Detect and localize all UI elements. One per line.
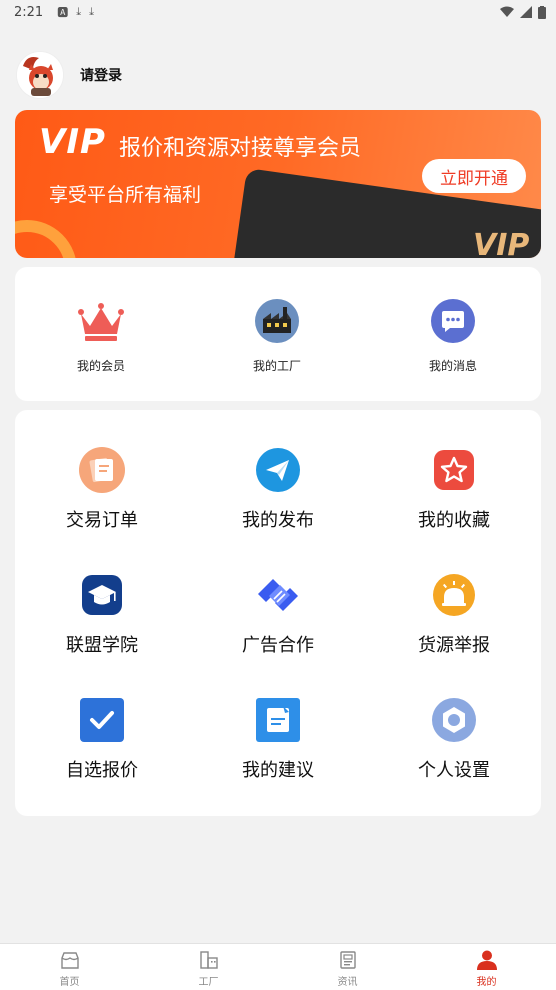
grid-item-academy[interactable]: 联盟学院 [27, 572, 177, 657]
grid-item-quotes[interactable]: 自选报价 [27, 697, 177, 782]
menu-item-messages[interactable]: 我的消息 [378, 297, 528, 374]
nav-label: 资讯 [337, 977, 358, 988]
settings-icon [431, 697, 477, 743]
grid-item-favorites[interactable]: 我的收藏 [379, 447, 529, 532]
bottom-nav: 首页 工厂 资讯 我的 [0, 943, 556, 990]
vip-subtitle: 享受平台所有福利 [49, 184, 202, 206]
grid-label: 我的建议 [242, 760, 314, 781]
signal-icon [520, 6, 532, 18]
menu-item-factory[interactable]: 我的工厂 [202, 297, 352, 374]
grid-item-ads[interactable]: 广告合作 [203, 572, 353, 657]
factory-icon [253, 297, 301, 345]
grid-item-settings[interactable]: 个人设置 [379, 697, 529, 782]
handshake-icon [255, 572, 301, 618]
checkbox-icon [79, 697, 125, 743]
grid-label: 货源举报 [418, 635, 490, 656]
grid-label: 广告合作 [242, 635, 314, 656]
vip-logo: VIP [39, 122, 106, 162]
notification-a-icon: 🅰 [57, 6, 69, 19]
note-edit-icon [255, 697, 301, 743]
nav-label: 我的 [476, 977, 497, 988]
order-icon [79, 447, 125, 493]
download-icon-2: ⤓ [89, 5, 94, 18]
menu-label: 我的消息 [428, 359, 477, 373]
nav-factory[interactable]: 工厂 [139, 944, 278, 990]
grid-label: 我的发布 [242, 510, 314, 531]
wifi-icon [500, 6, 514, 17]
function-grid-card: 交易订单 我的发布 我的收藏 联盟学院 广告合作 货源举报 自选报价 我的建议 … [15, 410, 541, 816]
grid-label: 个人设置 [418, 760, 490, 781]
menu-item-membership[interactable]: 我的会员 [26, 297, 176, 374]
profile-header[interactable]: 请登录 [16, 50, 122, 100]
grid-item-feedback[interactable]: 我的建议 [203, 697, 353, 782]
login-link[interactable]: 请登录 [80, 65, 122, 85]
grid-item-orders[interactable]: 交易订单 [27, 447, 177, 532]
vip-banner[interactable]: VIP 报价和资源对接尊享会员 享受平台所有福利 VIP 立即开通 [15, 110, 541, 258]
menu-label: 我的会员 [76, 359, 125, 373]
grid-item-publish[interactable]: 我的发布 [203, 447, 353, 532]
user-icon [476, 949, 498, 971]
vip-title: 报价和资源对接尊享会员 [119, 136, 362, 161]
nav-news[interactable]: 资讯 [278, 944, 417, 990]
message-icon [429, 297, 477, 345]
nav-home[interactable]: 首页 [0, 944, 139, 990]
grid-label: 我的收藏 [418, 510, 490, 531]
nav-label: 首页 [59, 977, 80, 988]
status-time: 2:21 [14, 4, 44, 20]
status-bar: 2:21 🅰 ⤓ ⤓ [0, 0, 556, 24]
nav-label: 工厂 [198, 977, 219, 988]
grid-item-report[interactable]: 货源举报 [379, 572, 529, 657]
battery-icon [538, 5, 546, 19]
star-icon [431, 447, 477, 493]
grid-label: 联盟学院 [66, 635, 138, 656]
paper-plane-icon [255, 447, 301, 493]
grid-label: 交易订单 [66, 510, 138, 531]
decorative-ring [15, 220, 77, 258]
download-icon: ⤓ [76, 5, 82, 18]
alarm-bell-icon [431, 572, 477, 618]
home-store-icon [59, 949, 81, 971]
crown-icon [77, 297, 125, 345]
avatar[interactable] [16, 51, 64, 99]
grid-label: 自选报价 [66, 760, 138, 781]
open-vip-button[interactable]: 立即开通 [422, 159, 526, 193]
news-icon [337, 949, 359, 971]
squirrel-avatar-icon [17, 52, 63, 98]
graduation-cap-icon [79, 572, 125, 618]
building-icon [198, 949, 220, 971]
vip-watermark: VIP [473, 228, 530, 258]
menu-label: 我的工厂 [252, 359, 301, 373]
member-menu-card: 我的会员 我的工厂 我的消息 [15, 267, 541, 401]
nav-mine[interactable]: 我的 [417, 944, 556, 990]
